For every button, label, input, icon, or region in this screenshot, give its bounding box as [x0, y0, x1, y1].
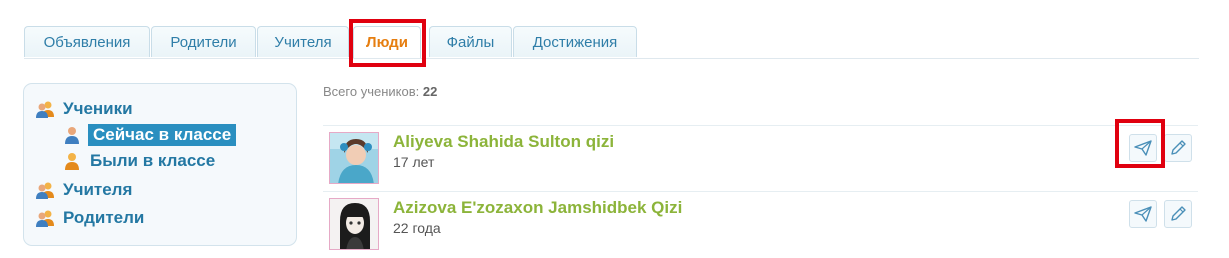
tab-achievements[interactable]: Достижения: [513, 26, 637, 57]
tab-people[interactable]: Люди: [353, 26, 421, 58]
pencil-icon: [1171, 140, 1186, 155]
avatar[interactable]: [329, 132, 379, 184]
sidebar-item-students[interactable]: Ученики: [35, 99, 133, 119]
edit-button[interactable]: [1164, 200, 1192, 228]
send-message-button[interactable]: [1129, 134, 1157, 162]
student-photo-icon: [330, 133, 378, 183]
sidebar-item-label: Сейчас в классе: [88, 124, 237, 146]
sidebar-item-label: Родители: [63, 208, 145, 227]
tab-teachers[interactable]: Учителя: [257, 26, 349, 57]
sidebar: Ученики Сейчас в классе Были в классе Уч…: [23, 83, 297, 246]
student-row: Aliyeva Shahida Sulton qizi 17 лет: [323, 125, 1198, 192]
pencil-icon: [1171, 206, 1186, 221]
student-name[interactable]: Aliyeva Shahida Sulton qizi: [393, 132, 614, 152]
student-row: Azizova E'zozaxon Jamshidbek Qizi 22 год…: [323, 191, 1198, 258]
tab-parents[interactable]: Родители: [151, 26, 256, 57]
people-icon: [36, 182, 54, 199]
students-total-count: 22: [422, 84, 438, 99]
sidebar-item-current-students[interactable]: Сейчас в классе: [62, 124, 237, 146]
paper-plane-icon: [1134, 140, 1152, 156]
sidebar-item-parents[interactable]: Родители: [35, 208, 144, 228]
edit-button[interactable]: [1164, 134, 1192, 162]
sidebar-item-teachers[interactable]: Учителя: [35, 180, 132, 200]
person-icon: [65, 153, 79, 170]
send-message-button[interactable]: [1129, 200, 1157, 228]
student-age: 17 лет: [393, 154, 435, 170]
student-name[interactable]: Azizova E'zozaxon Jamshidbek Qizi: [393, 198, 682, 218]
sidebar-item-label: Ученики: [63, 99, 133, 118]
avatar[interactable]: [329, 198, 379, 250]
students-total: Всего учеников: 22: [323, 84, 437, 99]
student-age: 22 года: [393, 220, 441, 236]
person-icon: [65, 127, 79, 144]
people-icon: [36, 101, 54, 118]
people-icon: [36, 210, 54, 227]
sidebar-item-former-students[interactable]: Были в классе: [62, 151, 215, 171]
sidebar-item-label: Были в классе: [90, 151, 216, 170]
sidebar-item-label: Учителя: [63, 180, 133, 199]
students-total-label: Всего учеников:: [323, 84, 420, 99]
paper-plane-icon: [1134, 206, 1152, 222]
tab-announcements[interactable]: Объявления: [24, 26, 150, 57]
tab-bar: Объявления Родители Учителя Люди Файлы Д…: [24, 26, 1199, 59]
student-photo-icon: [330, 199, 378, 249]
tab-files[interactable]: Файлы: [429, 26, 512, 57]
